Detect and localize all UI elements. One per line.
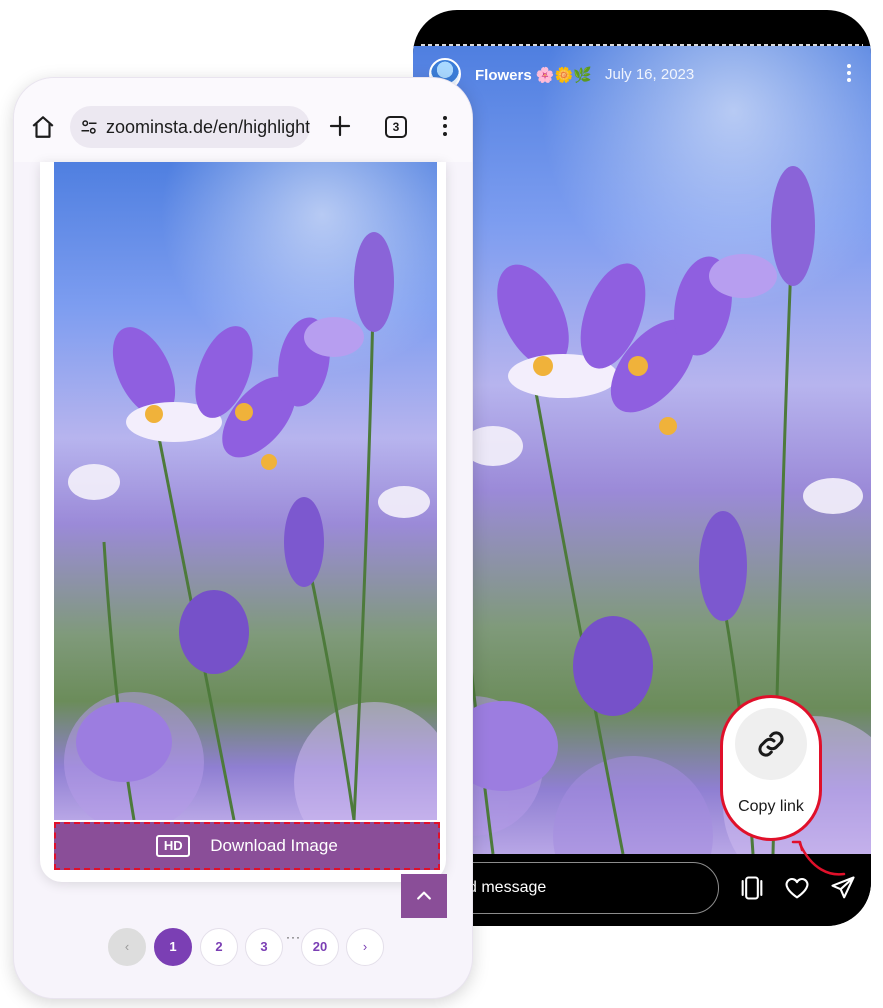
story-username[interactable]: Flowers 🌸🌼🌿 <box>475 66 592 84</box>
address-bar[interactable]: zoominsta.de/en/highlights <box>70 106 310 148</box>
download-image-button[interactable]: HD Download Image <box>54 822 440 870</box>
flower-artwork <box>64 232 437 820</box>
annotation-arrow <box>791 840 846 876</box>
preview-image <box>54 162 437 820</box>
scroll-top-button[interactable] <box>401 874 447 918</box>
pagination: ‹ 1 2 3 ··· 20 › <box>14 928 472 966</box>
tabs-icon[interactable]: 3 <box>385 116 407 138</box>
copy-link-button[interactable]: Copy link <box>720 695 822 841</box>
stack-icon[interactable] <box>738 874 766 902</box>
image-card: HD Download Image <box>40 162 446 882</box>
pagination-ellipsis: ··· <box>286 930 301 944</box>
pagination-page-20[interactable]: 20 <box>301 928 339 966</box>
message-placeholder: d message <box>468 879 547 896</box>
url-text: zoominsta.de/en/highlights <box>106 117 310 137</box>
pagination-page-3[interactable]: 3 <box>245 928 283 966</box>
pagination-next[interactable]: › <box>346 928 384 966</box>
story-phone: Flowers 🌸🌼🌿 July 16, 2023 Copy link d me… <box>413 10 871 926</box>
pagination-page-2[interactable]: 2 <box>200 928 238 966</box>
chevron-up-icon <box>417 891 431 900</box>
browser-toolbar: zoominsta.de/en/highlights 3 <box>14 78 472 162</box>
more-vertical-icon[interactable] <box>442 116 448 138</box>
home-icon[interactable] <box>30 114 56 140</box>
tune-icon[interactable] <box>80 118 98 136</box>
hd-badge: HD <box>156 835 191 857</box>
pagination-prev[interactable]: ‹ <box>108 928 146 966</box>
plus-icon[interactable] <box>328 114 352 138</box>
browser-phone: zoominsta.de/en/highlights 3 HD Download… <box>14 78 472 998</box>
pagination-page-1[interactable]: 1 <box>154 928 192 966</box>
download-label: Download Image <box>210 836 338 855</box>
story-date: July 16, 2023 <box>605 66 695 83</box>
link-icon <box>758 731 784 757</box>
more-vertical-icon[interactable] <box>845 64 853 84</box>
story-progress-bar <box>421 44 863 46</box>
copy-link-circle[interactable] <box>735 708 807 780</box>
copy-link-label: Copy link <box>738 798 804 815</box>
